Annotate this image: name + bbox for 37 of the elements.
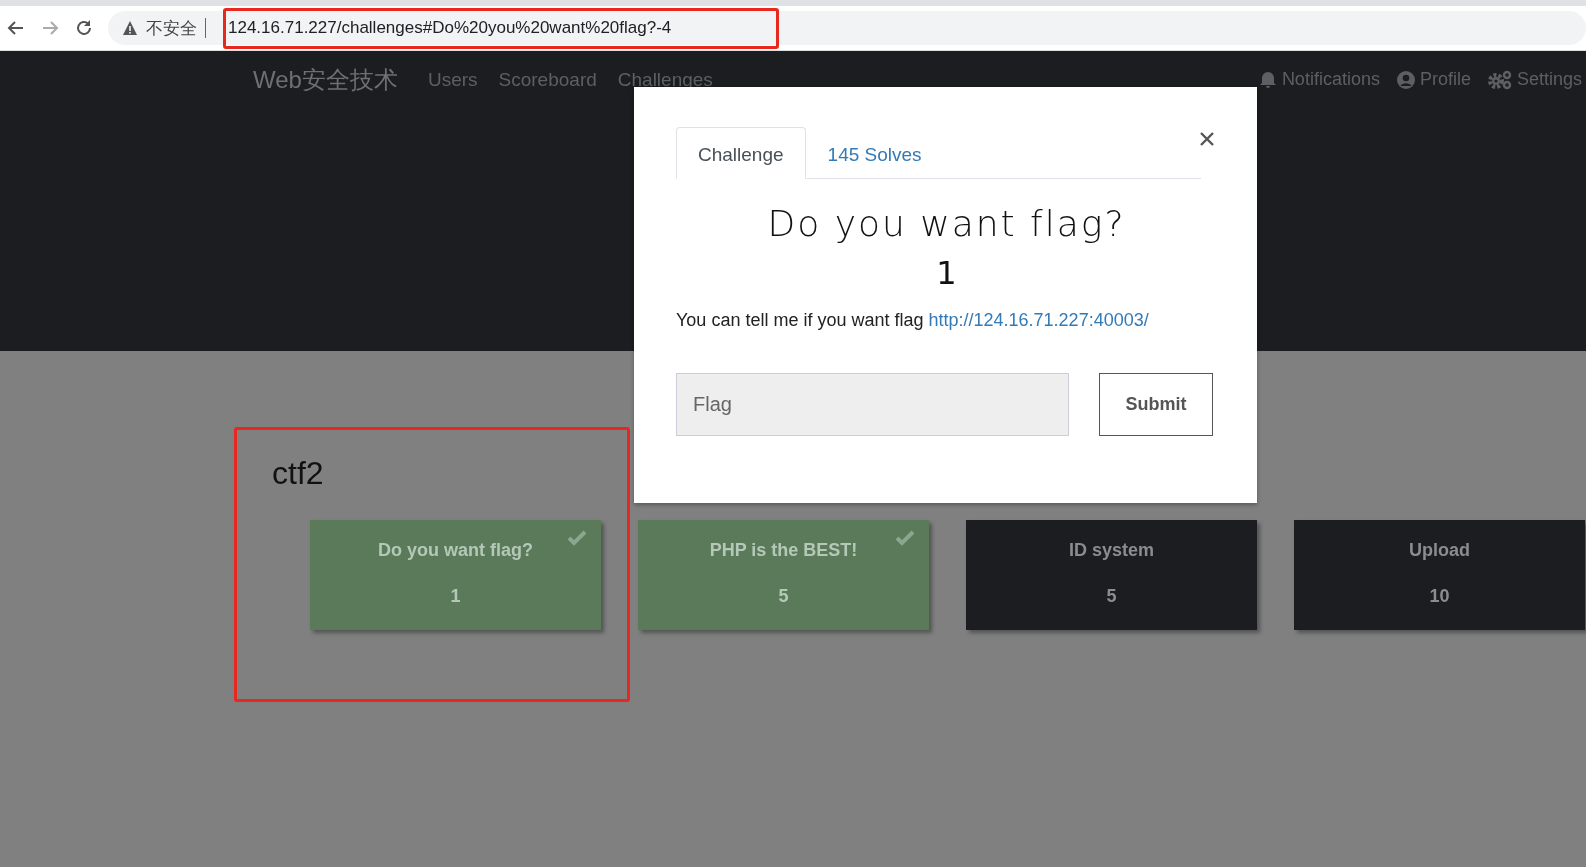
challenge-link[interactable]: http://124.16.71.227:40003/ bbox=[928, 310, 1149, 330]
check-icon bbox=[895, 530, 915, 546]
challenge-name: Do you want flag? bbox=[378, 540, 533, 561]
challenge-points: 1 bbox=[450, 586, 461, 607]
challenge-value: 1 bbox=[935, 254, 958, 292]
flag-input[interactable]: Flag bbox=[676, 373, 1069, 436]
challenge-name: PHP is the BEST! bbox=[709, 540, 858, 561]
category-title: ctf2 bbox=[272, 455, 325, 492]
challenge-name: ID system bbox=[1068, 540, 1154, 561]
challenge-card[interactable]: PHP is the BEST! 5 bbox=[638, 520, 929, 630]
user-icon bbox=[1395, 69, 1416, 90]
challenge-points: 5 bbox=[1106, 586, 1117, 607]
reload-icon[interactable] bbox=[74, 18, 94, 38]
challenge-description: You can tell me if you want flag http://124.16.71.227:40003/ bbox=[676, 310, 1150, 331]
challenge-points: 5 bbox=[778, 586, 789, 607]
submit-button[interactable]: Submit bbox=[1099, 373, 1213, 436]
nav-link[interactable]: Notifications bbox=[1281, 69, 1380, 90]
modal-tab[interactable]: Challenge bbox=[676, 127, 806, 179]
nav-link[interactable]: Challenges bbox=[617, 69, 713, 91]
challenge-card[interactable]: Upload 10 bbox=[1294, 520, 1585, 630]
security-label[interactable]: 不安全 bbox=[146, 16, 197, 40]
nav-link[interactable]: Profile bbox=[1419, 69, 1471, 90]
challenge-card[interactable]: ID system 5 bbox=[966, 520, 1257, 630]
modal-tab[interactable]: 145 Solves bbox=[805, 127, 944, 179]
check-icon bbox=[567, 530, 587, 546]
challenge-card[interactable]: Do you want flag? 1 bbox=[310, 520, 601, 630]
warning-icon bbox=[122, 20, 138, 36]
site-brand[interactable]: Web安全技术 bbox=[253, 64, 398, 96]
challenge-title: Do you want flag? bbox=[766, 203, 1127, 244]
nav-link[interactable]: Settings bbox=[1516, 69, 1582, 90]
challenge-points: 10 bbox=[1429, 586, 1450, 607]
close-icon[interactable] bbox=[1199, 131, 1215, 147]
challenge-name: Upload bbox=[1409, 540, 1470, 561]
url-text[interactable]: 124.16.71.227/challenges#Do%20you%20want%20flag?-4 bbox=[214, 18, 672, 38]
nav-link[interactable]: Users bbox=[427, 69, 478, 91]
gears-icon bbox=[1486, 69, 1513, 90]
nav-link[interactable]: Scoreboard bbox=[498, 69, 597, 91]
